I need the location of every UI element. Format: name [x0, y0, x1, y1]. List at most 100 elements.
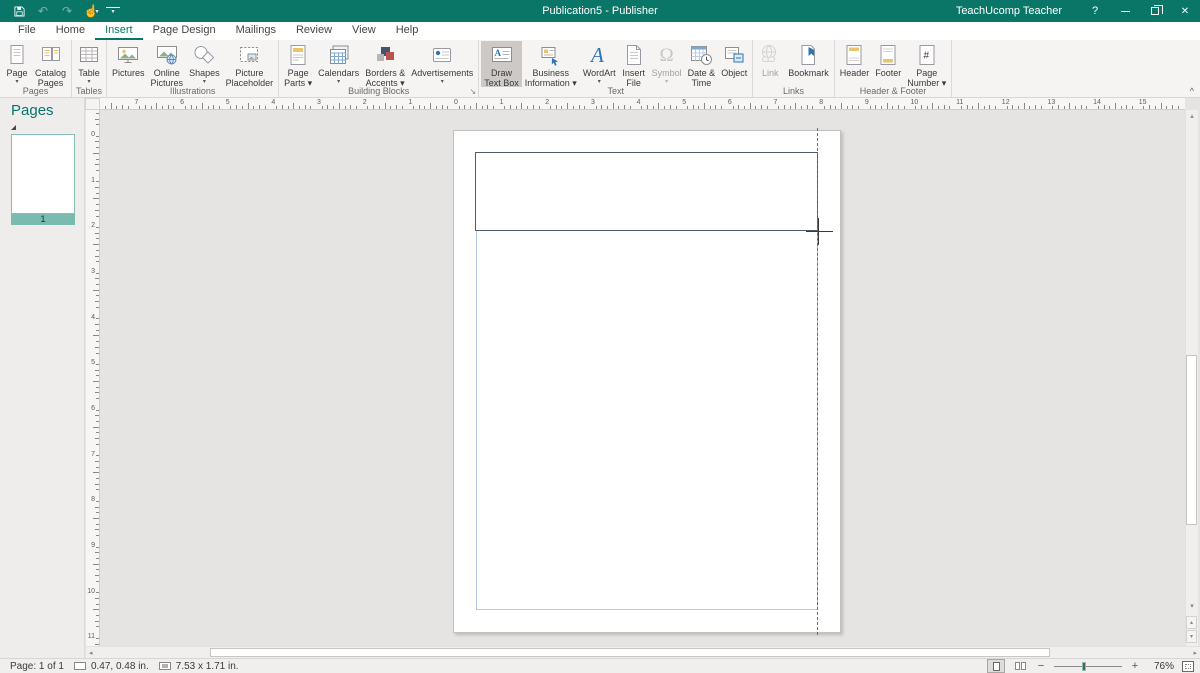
horizontal-scrollbar-thumb[interactable]: [210, 648, 1050, 657]
zoom-slider[interactable]: [1054, 661, 1122, 672]
tab-view[interactable]: View: [342, 22, 386, 40]
scroll-left-icon[interactable]: ◂: [89, 649, 93, 657]
object-button[interactable]: Object: [718, 41, 750, 87]
online-pictures-icon: [155, 43, 179, 67]
two-page-spread-view-button[interactable]: [1012, 660, 1028, 672]
single-page-view-button[interactable]: [988, 660, 1004, 672]
ruler-tick: [259, 105, 260, 109]
ruler-tick: [596, 106, 597, 109]
save-icon[interactable]: [8, 1, 30, 21]
fit-page-icon[interactable]: [1182, 661, 1194, 672]
minimize-button[interactable]: [1110, 0, 1140, 22]
tab-page-design[interactable]: Page Design: [143, 22, 226, 40]
text-box-being-drawn[interactable]: [475, 152, 818, 231]
ruler-tick: [96, 227, 99, 228]
vertical-scrollbar-thumb[interactable]: [1186, 355, 1197, 525]
ruler-tick: [139, 106, 140, 109]
previous-page-button[interactable]: ▴: [1186, 616, 1197, 629]
advertisements-button[interactable]: Advertisements▾: [408, 41, 476, 87]
calendars-button[interactable]: Calendars▾: [315, 41, 362, 87]
link-label: Link: [762, 68, 779, 78]
ruler-tick: [242, 106, 243, 109]
table-button[interactable]: Table▾: [74, 41, 104, 87]
wordart-button[interactable]: AWordArt▾: [580, 41, 619, 87]
ruler-number: 1: [91, 177, 95, 184]
header-button[interactable]: Header: [837, 41, 873, 87]
date-time-button[interactable]: Date &Time: [685, 41, 719, 87]
vertical-ruler[interactable]: 01234567891011: [86, 110, 100, 646]
zoom-slider-thumb[interactable]: [1082, 662, 1086, 671]
restore-button[interactable]: [1140, 0, 1170, 22]
account-name[interactable]: TeachUcomp Teacher: [956, 5, 1062, 17]
next-page-button[interactable]: ▾: [1186, 630, 1197, 643]
page-number-button[interactable]: #PageNumber ▾: [904, 41, 949, 87]
ruler-number: 8: [91, 496, 95, 503]
zoom-level[interactable]: 76%: [1148, 661, 1174, 672]
symbol-button[interactable]: ΩSymbol▾: [649, 41, 685, 87]
svg-text:#: #: [923, 51, 929, 62]
tab-insert[interactable]: Insert: [95, 22, 143, 40]
ruler-tick: [96, 204, 99, 205]
redo-icon[interactable]: ↷: [56, 1, 78, 21]
pages-panel-collapse-icon[interactable]: [11, 125, 16, 130]
ruler-tick: [664, 106, 665, 109]
scroll-up-icon[interactable]: ▴: [1186, 112, 1198, 120]
help-icon[interactable]: ?: [1080, 5, 1110, 17]
catalog-pages-button[interactable]: CatalogPages: [32, 41, 69, 87]
ribbon-tabs: FileHomeInsertPage DesignMailingsReviewV…: [0, 22, 1200, 40]
ruler-tick: [459, 106, 460, 109]
horizontal-scrollbar[interactable]: ◂ ▸: [86, 646, 1200, 658]
collapse-ribbon-icon[interactable]: ^: [1190, 86, 1194, 96]
publication-canvas[interactable]: [100, 110, 1185, 646]
touch-mouse-mode-icon[interactable]: ☝▾: [80, 1, 102, 21]
pictures-button[interactable]: Pictures: [109, 41, 148, 87]
ruler-tick: [95, 210, 99, 211]
ruler-tick: [1064, 106, 1065, 109]
ruler-tick: [573, 106, 574, 109]
horizontal-ruler[interactable]: 7654321012345678910111213141516: [100, 98, 1185, 110]
page-thumbnail[interactable]: 1: [11, 134, 75, 225]
ruler-origin-box[interactable]: [85, 98, 100, 110]
object-size[interactable]: 7.53 x 1.71 in.: [159, 661, 239, 672]
page-button[interactable]: Page▾: [2, 41, 32, 87]
tab-file[interactable]: File: [8, 22, 46, 40]
page-thumbnail-label[interactable]: 1: [11, 214, 75, 225]
customize-qat-icon[interactable]: ▾: [106, 7, 120, 15]
online-pictures-button[interactable]: OnlinePictures: [148, 41, 187, 87]
borders-accents-button[interactable]: Borders &Accents ▾: [362, 41, 408, 87]
object-position[interactable]: 0.47, 0.48 in.: [74, 661, 149, 672]
ruler-tick: [967, 105, 968, 109]
undo-icon[interactable]: ↶: [32, 1, 54, 21]
tab-mailings[interactable]: Mailings: [226, 22, 286, 40]
picture-placeholder-button[interactable]: PicturePlaceholder: [223, 41, 277, 87]
business-information-label: Business: [533, 68, 570, 78]
zoom-out-button[interactable]: −: [1036, 660, 1046, 672]
status-bar: Page: 1 of 1 0.47, 0.48 in. 7.53 x 1.71 …: [0, 658, 1200, 673]
borders-accents-icon: [373, 43, 397, 67]
tab-review[interactable]: Review: [286, 22, 342, 40]
ruler-tick: [173, 106, 174, 109]
dialog-launcher-icon[interactable]: ↘: [470, 87, 477, 96]
tab-home[interactable]: Home: [46, 22, 95, 40]
draw-text-box-button[interactable]: ADrawText Box: [481, 41, 522, 87]
shapes-button[interactable]: Shapes▾: [186, 41, 223, 87]
footer-button[interactable]: Footer: [872, 41, 904, 87]
page-indicator[interactable]: Page: 1 of 1: [10, 661, 64, 672]
ruler-tick: [379, 106, 380, 109]
bookmark-button[interactable]: Bookmark: [785, 41, 832, 87]
business-information-button[interactable]: BusinessInformation ▾: [522, 41, 580, 87]
ruler-tick: [1104, 105, 1105, 109]
ruler-tick: [984, 106, 985, 109]
object-icon: [722, 43, 746, 67]
page-thumbnail-preview[interactable]: [11, 134, 75, 214]
ruler-tick: [93, 427, 99, 428]
tab-help[interactable]: Help: [386, 22, 429, 40]
insert-file-button[interactable]: InsertFile: [619, 41, 649, 87]
scroll-right-icon[interactable]: ▸: [1193, 649, 1197, 657]
link-button[interactable]: Link: [755, 41, 785, 87]
scroll-down-icon[interactable]: ▾: [1186, 602, 1198, 610]
close-button[interactable]: ✕: [1170, 0, 1200, 22]
page-parts-button[interactable]: PageParts ▾: [281, 41, 315, 87]
zoom-in-button[interactable]: +: [1130, 660, 1140, 672]
ruler-tick: [236, 105, 237, 109]
